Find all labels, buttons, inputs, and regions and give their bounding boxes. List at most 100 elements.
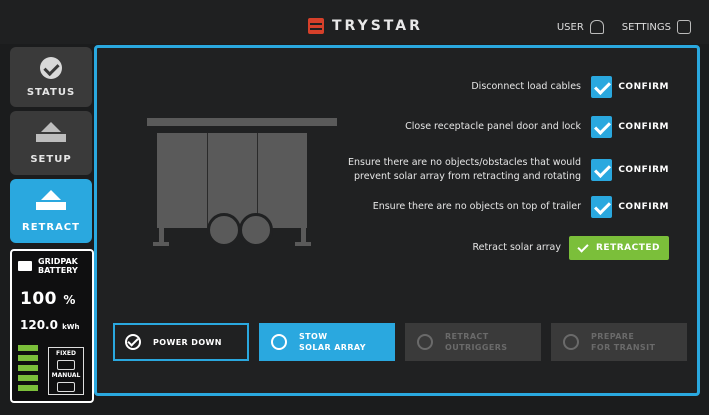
retracted-label: RETRACTED [596,243,660,253]
confirm-label: CONFIRM [618,122,669,132]
fixed-mount-icon [57,359,75,370]
confirm-button[interactable]: CONFIRM [589,159,669,181]
step-label-line2: FOR TRANSIT [591,343,656,352]
battery-level-bars [18,345,38,395]
mount-mode-manual: MANUAL [51,372,81,380]
check-circle-icon [125,334,141,350]
trailer-solar-array [147,118,337,126]
step-label-line1: STOW [299,332,328,341]
trailer-body [157,133,307,228]
checklist-label-line1: Ensure there are no objects/obstacles th… [348,157,581,168]
settings-button[interactable]: SETTINGS [622,20,691,34]
top-bar: TRYSTAR USER SETTINGS [0,0,709,44]
checklist-row: Retract solar array RETRACTED [329,236,669,260]
checklist-label: Ensure there are no objects/obstacles th… [348,156,581,184]
battery-bar [18,365,38,371]
confirm-label: CONFIRM [618,82,669,92]
checklist-row: Disconnect load cables CONFIRM [329,76,669,98]
battery-header: GRIDPAK BATTERY [18,257,78,275]
battery-percent-value: 100 [20,289,57,309]
outrigger-foot [153,242,169,246]
battery-percent-unit: % [63,293,76,307]
battery-title-line1: GRIDPAK [38,257,78,266]
manual-mount-icon [57,381,75,392]
check-icon [578,243,588,253]
battery-bar [18,355,38,361]
checkbox-checked-icon [591,159,613,181]
trailer-wheel [207,213,241,247]
step-label-line2: OUTRIGGERS [445,343,508,352]
step-label-line1: PREPARE [591,332,635,341]
sliders-icon [677,20,691,34]
outrigger-foot [295,242,311,246]
checklist-row: Ensure there are no objects/obstacles th… [329,156,669,184]
sidebar-item-status[interactable]: STATUS [10,47,92,107]
settings-label: SETTINGS [621,21,671,33]
battery-title: GRIDPAK BATTERY [38,257,78,275]
sidebar: STATUS SETUP RETRACT GRIDPAK BATTERY 100… [10,47,94,403]
step-label-line2: SOLAR ARRAY [299,343,366,352]
retracted-status-button[interactable]: RETRACTED [569,236,669,260]
checkbox-checked-icon [591,76,613,98]
check-circle-icon [40,56,62,79]
mount-mode-panel: FIXED MANUAL [48,347,84,395]
battery-bar [18,375,38,381]
retract-icon [36,189,66,214]
step-label-line1: RETRACT [445,332,489,341]
battery-bar [18,345,38,351]
checklist-label: Disconnect load cables [471,81,581,92]
checklist-row: Ensure there are no objects on top of tr… [329,196,669,218]
step-label: POWER DOWN [153,337,222,347]
confirm-label: CONFIRM [618,165,669,175]
step-label: RETRACT OUTRIGGERS [445,331,507,353]
brand-name: TRYSTAR [332,18,423,34]
battery-panel: GRIDPAK BATTERY 100 % 120.0 kWh FIXED MA… [10,249,94,403]
circle-icon [417,334,433,350]
step-prepare-for-transit[interactable]: PREPARE FOR TRANSIT [551,323,687,361]
step-stow-solar-array[interactable]: STOW SOLAR ARRAY [259,323,395,361]
battery-percent: 100 % [20,289,76,309]
process-steps: POWER DOWN STOW SOLAR ARRAY RETRACT OUTR… [113,323,687,363]
setup-icon [36,121,66,146]
step-label: STOW SOLAR ARRAY [299,331,366,353]
checklist-label-line2: prevent solar array from retracting and … [353,171,581,182]
mount-mode-fixed: FIXED [55,350,77,357]
step-label: PREPARE FOR TRANSIT [591,331,655,353]
outrigger-leg [301,198,306,243]
outrigger-leg [159,198,164,243]
confirm-button[interactable]: CONFIRM [589,116,669,138]
checklist-row: Close receptacle panel door and lock CON… [329,116,669,138]
checkbox-checked-icon [591,196,613,218]
checklist-label: Ensure there are no objects on top of tr… [372,201,581,212]
user-label: USER [556,21,584,33]
checklist-label: Retract solar array [472,242,562,253]
step-retract-outriggers[interactable]: RETRACT OUTRIGGERS [405,323,541,361]
sidebar-item-label: RETRACT [22,221,80,233]
battery-energy: 120.0 kWh [20,318,80,332]
user-button[interactable]: USER [557,20,604,34]
brand-logo-icon [308,18,324,34]
user-icon [589,20,604,34]
battery-title-line2: BATTERY [38,266,78,275]
step-power-down[interactable]: POWER DOWN [113,323,249,361]
sidebar-item-label: SETUP [30,153,72,165]
brand: TRYSTAR [308,18,423,34]
checkbox-checked-icon [591,116,613,138]
trailer-divider [207,133,208,228]
battery-icon [18,261,32,271]
trailer-wheel [239,213,273,247]
circle-icon [271,334,287,350]
top-right-nav: USER SETTINGS [557,20,691,34]
retract-panel: Disconnect load cables CONFIRM Close rec… [94,45,700,396]
sidebar-item-retract[interactable]: RETRACT [10,179,92,243]
confirm-button[interactable]: CONFIRM [589,76,669,98]
battery-energy-value: 120.0 [20,318,58,332]
sidebar-item-label: STATUS [26,86,76,98]
circle-icon [563,334,579,350]
confirm-button[interactable]: CONFIRM [589,196,669,218]
confirm-label: CONFIRM [618,202,669,212]
checklist-label: Close receptacle panel door and lock [405,121,581,132]
battery-bar [18,385,38,391]
battery-energy-unit: kWh [62,323,80,331]
sidebar-item-setup[interactable]: SETUP [10,111,92,175]
